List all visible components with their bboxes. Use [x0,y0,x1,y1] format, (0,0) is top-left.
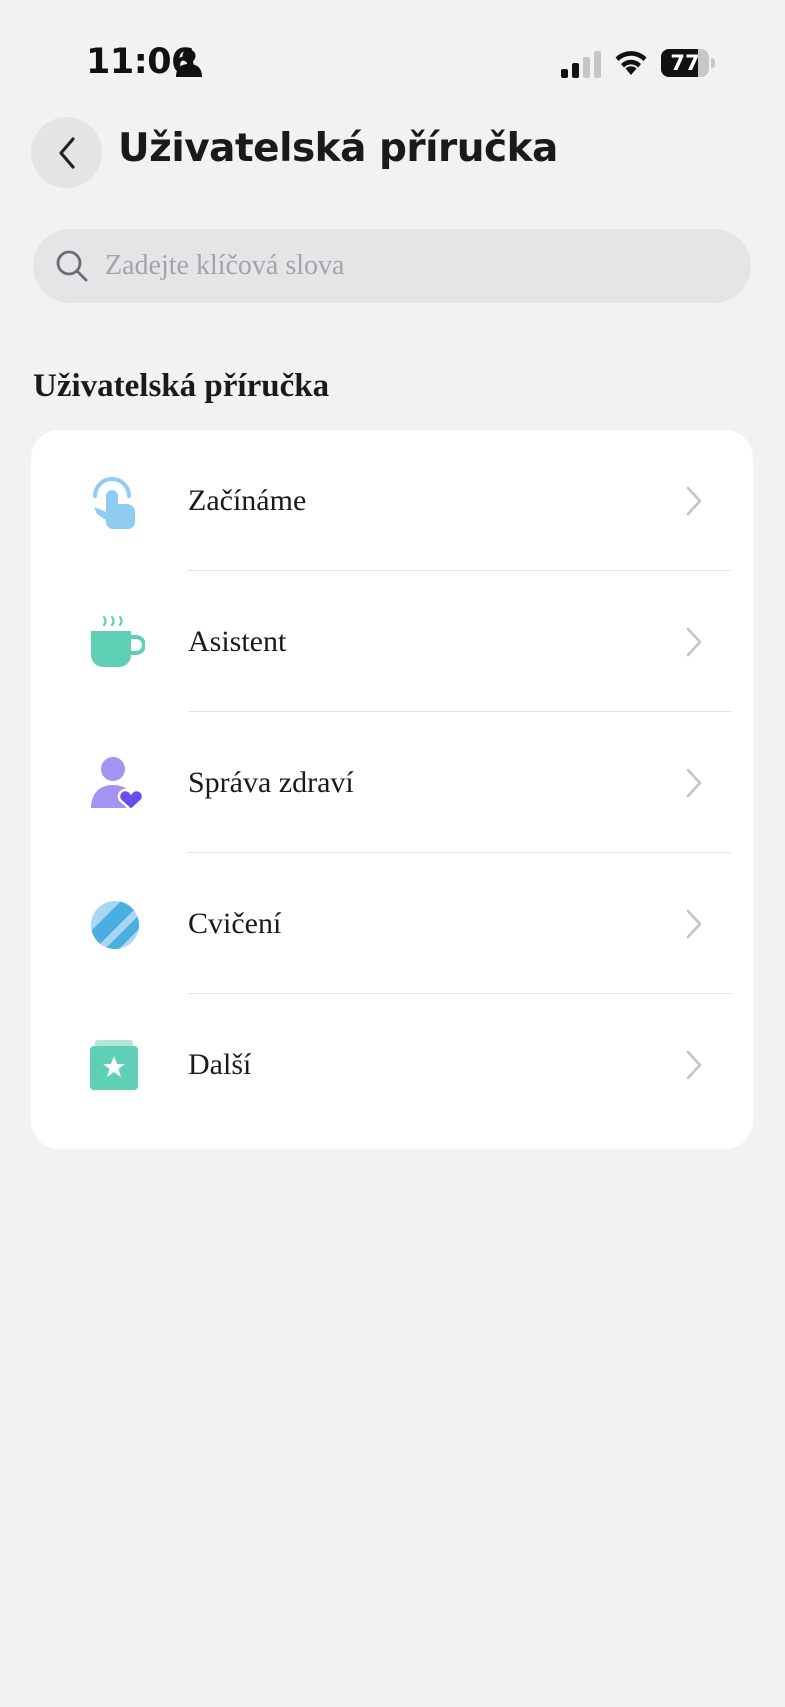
cellular-signal-icon [561,51,601,78]
menu-item-label: Asistent [188,625,287,658]
battery-indicator: 77 [661,49,715,77]
battery-body: 77 [661,49,709,77]
chevron-right-icon [686,486,702,516]
section-title: Uživatelská příručka [33,368,330,404]
tennis-ball-icon [91,901,139,949]
search-input[interactable]: Zadejte klíčová slova [33,229,751,303]
menu-item-label: Správa zdraví [188,766,354,799]
pointer-tap-icon [93,477,135,529]
status-bar: 11:06 77 [0,0,785,130]
menu-item-more[interactable]: Další [31,994,753,1135]
chevron-right-icon [686,1050,702,1080]
battery-percent: 77 [670,51,700,75]
battery-tip [711,58,715,68]
menu-item-label: Cvičení [188,907,282,940]
chevron-right-icon [686,768,702,798]
person-heart-icon [91,757,145,812]
menu-item-assistant[interactable]: Asistent [31,571,753,712]
menu-item-health-management[interactable]: Správa zdraví [31,712,753,853]
back-button[interactable] [31,117,102,188]
chevron-right-icon [686,627,702,657]
person-icon [176,49,202,77]
search-icon [56,250,88,282]
menu-item-label: Začínáme [188,484,307,517]
page-title: Uživatelská příručka [118,126,558,171]
guide-menu-card: Začínáme Asistent Správa zdraví Cvičení … [31,430,753,1149]
star-folder-icon [90,1040,138,1090]
chevron-right-icon [686,909,702,939]
coffee-cup-icon [91,615,145,667]
menu-item-label: Další [188,1048,252,1081]
search-placeholder: Zadejte klíčová slova [105,250,345,281]
chevron-left-icon [58,136,75,169]
wifi-icon [615,51,647,75]
menu-item-getting-started[interactable]: Začínáme [31,430,753,571]
menu-item-exercise[interactable]: Cvičení [31,853,753,994]
